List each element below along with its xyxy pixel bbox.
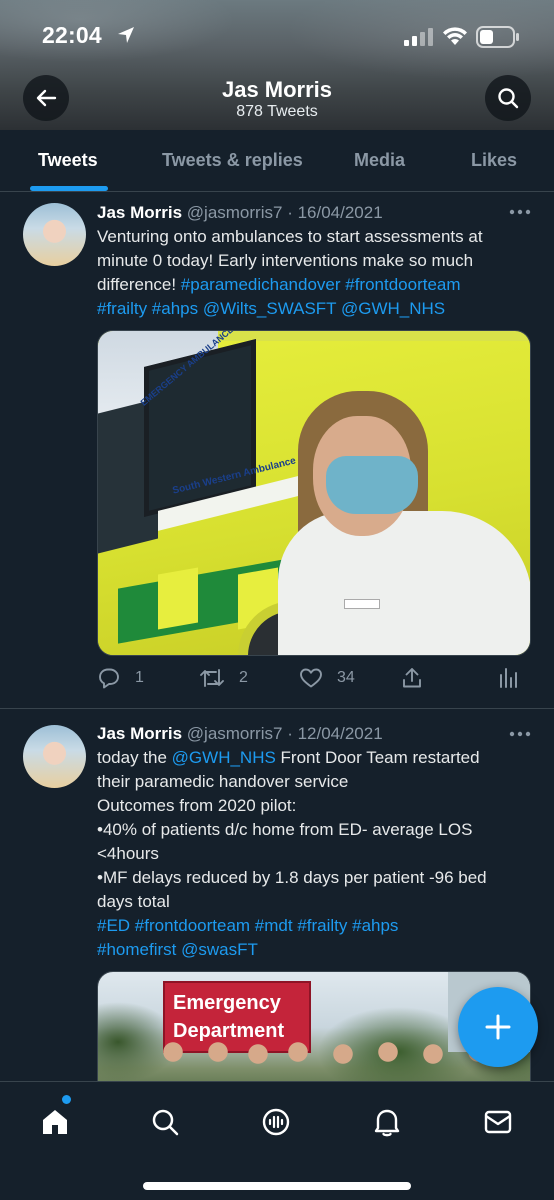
analytics-icon (500, 668, 517, 688)
hashtag-mention-link[interactable]: #frailty #ahps @Wilts_SWASFT @GWH_NHS (97, 297, 537, 321)
tab-tweets-and-replies[interactable]: Tweets & replies (162, 150, 303, 171)
active-tab-indicator (30, 186, 108, 191)
author-name[interactable]: Jas Morris (97, 203, 182, 222)
tweet-text-segment: today the (97, 748, 172, 767)
sign-line: Emergency (173, 992, 281, 1014)
tweet-line: •MF delays reduced by 1.8 days per patie… (97, 868, 487, 887)
profile-tabs: Tweets Tweets & replies Media Likes (0, 130, 554, 192)
spaces-icon (262, 1108, 290, 1136)
hashtag-mention-link[interactable]: #homefirst @swasFT (97, 938, 537, 962)
signal-icon (404, 28, 433, 46)
tab-tweets[interactable]: Tweets (38, 150, 98, 171)
nav-messages[interactable] (478, 1102, 518, 1142)
tweet-photo-ambulance[interactable]: South Western Ambulance Service NHS EMER… (97, 330, 531, 656)
home-icon (43, 1110, 67, 1134)
reply-count: 1 (135, 669, 144, 686)
explore-icon (152, 1109, 179, 1136)
tweet-line: <4hours (97, 844, 159, 863)
profile-name-title: Jas Morris (221, 77, 333, 102)
tweet-line: today the @GWH_NHS Front Door Team resta… (97, 746, 537, 770)
ambulance-photo: South Western Ambulance Service NHS EMER… (98, 331, 530, 655)
hashtag-link[interactable]: #paramedichandover #frontdoorteam (181, 275, 461, 294)
author-name[interactable]: Jas Morris (97, 724, 182, 743)
like-icon (300, 668, 322, 688)
tab-likes[interactable]: Likes (471, 150, 517, 171)
tweet-text-segment: Front Door Team restarted (275, 748, 480, 767)
search-button[interactable] (485, 75, 531, 121)
reply-icon (99, 668, 119, 689)
notifications-icon (374, 1109, 400, 1137)
tweet-header: Jas Morris @jasmorris7 · 12/04/2021 (97, 724, 383, 744)
avatar[interactable] (23, 725, 86, 788)
like-button[interactable]: 34 (299, 666, 355, 690)
messages-icon (484, 1110, 512, 1134)
retweet-button[interactable]: 2 (199, 666, 248, 690)
more-icon[interactable] (508, 207, 532, 217)
status-bar: 22:04 (0, 0, 554, 70)
tweet-line: Outcomes from 2020 pilot: (97, 796, 297, 815)
tweet-line: minute 0 today! Early interventions make… (97, 251, 474, 270)
wifi-icon (443, 27, 467, 45)
compose-icon (485, 1014, 511, 1040)
reply-button[interactable]: 1 (97, 666, 144, 690)
compose-tweet-button[interactable] (458, 987, 538, 1067)
nav-notifications[interactable] (367, 1102, 407, 1142)
author-handle[interactable]: @jasmorris7 (187, 203, 283, 222)
tweet-line: difference! #paramedichandover #frontdoo… (97, 273, 537, 297)
tweet-count: 878 Tweets (236, 103, 318, 120)
status-time: 22:04 (42, 22, 102, 48)
sign-line: Department (173, 1020, 285, 1042)
nav-explore[interactable] (145, 1102, 185, 1142)
avatar[interactable] (23, 203, 86, 266)
tweet-text: Venturing onto ambulances to start asses… (97, 225, 537, 321)
tweet-line: days total (97, 892, 170, 911)
share-icon (403, 668, 421, 688)
nav-home[interactable] (35, 1102, 75, 1142)
retweet-icon (200, 669, 224, 687)
hashtag-link[interactable]: #ED #frontdoorteam #mdt #frailty #ahps (97, 914, 537, 938)
retweet-count: 2 (239, 669, 248, 686)
search-icon (498, 88, 519, 109)
tweet-header: Jas Morris @jasmorris7 · 16/04/2021 (97, 203, 383, 223)
mention-link[interactable]: @GWH_NHS (172, 748, 276, 767)
tweet[interactable]: Jas Morris @jasmorris7 · 16/04/2021 Vent… (0, 193, 554, 707)
tweet-text-segment: difference! (97, 275, 181, 294)
tweet-date[interactable]: · 16/04/2021 (287, 203, 382, 222)
tweet-date[interactable]: · 12/04/2021 (287, 724, 382, 743)
nav-spaces[interactable] (256, 1102, 296, 1142)
analytics-button[interactable] (498, 666, 520, 690)
tweet-actions: 1 2 34 (97, 666, 537, 696)
author-handle[interactable]: @jasmorris7 (187, 724, 283, 743)
tweet-line: •40% of patients d/c home from ED- avera… (97, 820, 473, 839)
tweet-line: their paramedic handover service (97, 772, 349, 791)
tweet-text: today the @GWH_NHS Front Door Team resta… (97, 746, 537, 962)
bottom-navigation (0, 1081, 554, 1200)
share-button[interactable] (400, 666, 424, 690)
tab-media[interactable]: Media (354, 150, 405, 171)
home-indicator-bar[interactable] (143, 1182, 411, 1190)
like-count: 34 (337, 669, 355, 686)
location-arrow-icon (118, 27, 134, 43)
tweet-line: Venturing onto ambulances to start asses… (97, 227, 483, 246)
profile-header: 22:04 Jas Morris 878 Tweets (0, 0, 554, 130)
home-notification-dot (62, 1095, 71, 1104)
battery-icon (476, 26, 519, 48)
more-icon[interactable] (508, 729, 532, 739)
